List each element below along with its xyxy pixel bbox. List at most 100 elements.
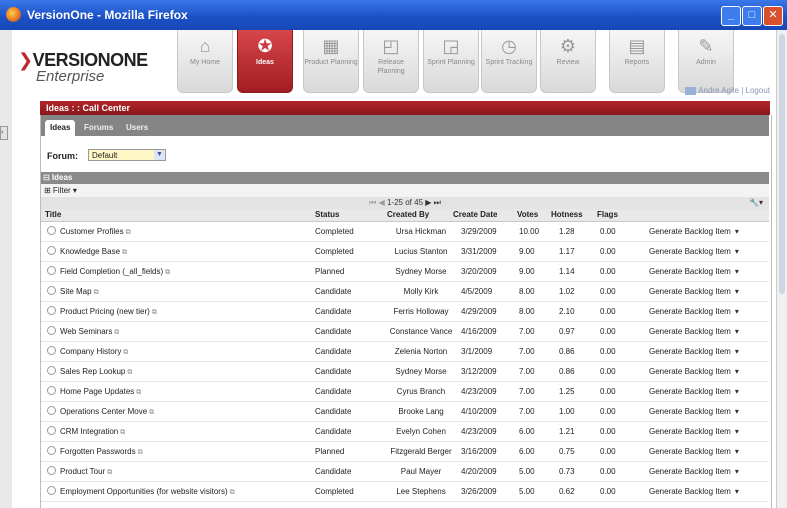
- chevron-down-icon[interactable]: ▾: [735, 287, 739, 296]
- generate-backlog-item-button[interactable]: Generate Backlog Item ▾: [649, 442, 739, 461]
- chevron-down-icon[interactable]: ▾: [735, 487, 739, 496]
- nav-sprint-tracking[interactable]: ◷ Sprint Tracking: [481, 30, 537, 93]
- col-votes[interactable]: Votes: [517, 209, 538, 221]
- idea-title-link[interactable]: Product Tour: [60, 467, 105, 476]
- nav-reports[interactable]: ▤ Reports: [609, 30, 665, 93]
- table-row[interactable]: Knowledge Base ⧉ Completed Lucius Stanton 3/…: [41, 242, 769, 262]
- open-window-icon[interactable]: ⧉: [123, 349, 128, 356]
- generate-backlog-item-button[interactable]: Generate Backlog Item ▾: [649, 242, 739, 261]
- idea-title-link[interactable]: Web Seminars: [60, 327, 112, 336]
- vertical-scrollbar[interactable]: [776, 30, 787, 508]
- generate-backlog-item-button[interactable]: Generate Backlog Item ▾: [649, 322, 739, 341]
- chevron-down-icon[interactable]: ▾: [735, 247, 739, 256]
- generate-backlog-item-button[interactable]: Generate Backlog Item ▾: [649, 342, 739, 361]
- open-window-icon[interactable]: ⧉: [230, 489, 235, 496]
- versionone-logo[interactable]: ❯VERSIONONE Enterprise: [18, 50, 148, 85]
- table-row[interactable]: Home Page Updates ⧉ Candidate Cyrus Branch 4…: [41, 382, 769, 402]
- chevron-down-icon[interactable]: ▾: [735, 347, 739, 356]
- col-created-by[interactable]: Created By: [387, 209, 429, 221]
- open-window-icon[interactable]: ⧉: [127, 369, 132, 376]
- idea-title-link[interactable]: Forgotten Passwords: [60, 447, 136, 456]
- grid-options-icon[interactable]: 🔧▾: [749, 197, 763, 209]
- maximize-button[interactable]: □: [742, 6, 762, 26]
- prev-page-icon[interactable]: ◀: [379, 198, 385, 207]
- col-create-date[interactable]: Create Date: [453, 209, 497, 221]
- nav-admin[interactable]: ✎ Admin: [678, 30, 734, 93]
- chevron-down-icon[interactable]: ▾: [735, 227, 739, 236]
- minimize-button[interactable]: _: [721, 6, 741, 26]
- table-row[interactable]: Product Pricing (new tier) ⧉ Candidate Ferr…: [41, 302, 769, 322]
- open-window-icon[interactable]: ⧉: [165, 269, 170, 276]
- scrollbar-thumb[interactable]: [779, 34, 785, 294]
- idea-title-link[interactable]: Site Map: [60, 287, 92, 296]
- table-row[interactable]: Customer Profiles ⧉ Completed Ursa Hickman 3…: [41, 222, 769, 242]
- nav-product-planning[interactable]: ▦ Product Planning: [303, 30, 359, 93]
- table-row[interactable]: Sales Rep Lookup ⧉ Candidate Sydney Morse 3/…: [41, 362, 769, 382]
- chevron-down-icon[interactable]: ▾: [735, 427, 739, 436]
- idea-title-link[interactable]: Field Completion (_all_fields): [60, 267, 163, 276]
- col-flags[interactable]: Flags: [597, 209, 618, 221]
- open-window-icon[interactable]: ⧉: [126, 229, 131, 236]
- nav-my-home[interactable]: ⌂ My Home: [177, 30, 233, 93]
- table-row[interactable]: Field Completion (_all_fields) ⧉ Planned Sy…: [41, 262, 769, 282]
- tab-forums[interactable]: Forums: [79, 120, 118, 136]
- chevron-down-icon[interactable]: ▾: [735, 447, 739, 456]
- filter-toggle[interactable]: ⊞ Filter ▾: [41, 184, 769, 197]
- idea-title-link[interactable]: Employment Opportunities (for website vi…: [60, 487, 228, 496]
- generate-backlog-item-button[interactable]: Generate Backlog Item ▾: [649, 302, 739, 321]
- generate-backlog-item-button[interactable]: Generate Backlog Item ▾: [649, 382, 739, 401]
- open-window-icon[interactable]: ⧉: [114, 329, 119, 336]
- table-row[interactable]: Operations Center Move ⧉ Candidate Brooke L…: [41, 402, 769, 422]
- table-row[interactable]: Forgotten Passwords ⧉ Planned Fitzgerald Be…: [41, 442, 769, 462]
- idea-title-link[interactable]: Home Page Updates: [60, 387, 134, 396]
- chevron-down-icon[interactable]: ▾: [735, 327, 739, 336]
- open-window-icon[interactable]: ⧉: [152, 309, 157, 316]
- generate-backlog-item-button[interactable]: Generate Backlog Item ▾: [649, 362, 739, 381]
- table-row[interactable]: Company History ⧉ Candidate Zelenia Norton 3…: [41, 342, 769, 362]
- table-row[interactable]: CRM Integration ⧉ Candidate Evelyn Cohen 4/2…: [41, 422, 769, 442]
- idea-title-link[interactable]: Sales Rep Lookup: [60, 367, 125, 376]
- open-window-icon[interactable]: ⧉: [107, 469, 112, 476]
- chevron-down-icon[interactable]: ▾: [735, 387, 739, 396]
- open-window-icon[interactable]: ⧉: [120, 429, 125, 436]
- idea-title-link[interactable]: Customer Profiles: [60, 227, 124, 236]
- chevron-down-icon[interactable]: ▾: [735, 407, 739, 416]
- open-window-icon[interactable]: ⧉: [138, 449, 143, 456]
- idea-title-link[interactable]: Knowledge Base: [60, 247, 120, 256]
- table-row[interactable]: Employment Opportunities (for website vi…: [41, 482, 769, 502]
- open-window-icon[interactable]: ⧉: [136, 389, 141, 396]
- col-hotness[interactable]: Hotness: [551, 209, 583, 221]
- generate-backlog-item-button[interactable]: Generate Backlog Item ▾: [649, 402, 739, 421]
- nav-review[interactable]: ⚙ Review: [540, 30, 596, 93]
- generate-backlog-item-button[interactable]: Generate Backlog Item ▾: [649, 262, 739, 281]
- open-window-icon[interactable]: ⧉: [149, 409, 154, 416]
- tab-users[interactable]: Users: [121, 120, 153, 136]
- idea-title-link[interactable]: Operations Center Move: [60, 407, 147, 416]
- generate-backlog-item-button[interactable]: Generate Backlog Item ▾: [649, 222, 739, 241]
- chevron-down-icon[interactable]: ▼: [154, 150, 165, 160]
- table-row[interactable]: Site Map ⧉ Candidate Molly Kirk 4/5/2009 8.00…: [41, 282, 769, 302]
- last-page-icon[interactable]: ⏭: [434, 198, 441, 207]
- table-row[interactable]: Product Tour ⧉ Candidate Paul Mayer 4/20/200…: [41, 462, 769, 482]
- close-button[interactable]: ✕: [763, 6, 783, 26]
- open-window-icon[interactable]: ⧉: [94, 289, 99, 296]
- nav-release-planning[interactable]: ◰ Release Planning: [363, 30, 419, 93]
- tab-ideas[interactable]: Ideas: [45, 120, 76, 136]
- open-window-icon[interactable]: ⧉: [122, 249, 127, 256]
- chevron-down-icon[interactable]: ▾: [735, 367, 739, 376]
- nav-sprint-planning[interactable]: ◲ Sprint Planning: [423, 30, 479, 93]
- chevron-down-icon[interactable]: ▾: [735, 467, 739, 476]
- idea-title-link[interactable]: CRM Integration: [60, 427, 118, 436]
- chevron-down-icon[interactable]: ▾: [735, 267, 739, 276]
- generate-backlog-item-button[interactable]: Generate Backlog Item ▾: [649, 482, 739, 501]
- table-row[interactable]: Web Seminars ⧉ Candidate Constance Vance 4/1…: [41, 322, 769, 342]
- col-status[interactable]: Status: [315, 209, 339, 221]
- left-panel-toggle[interactable]: ›: [0, 126, 8, 140]
- idea-title-link[interactable]: Company History: [60, 347, 121, 356]
- logout-link[interactable]: Logout: [746, 86, 770, 95]
- first-page-icon[interactable]: ⏮: [369, 198, 376, 207]
- next-page-icon[interactable]: ▶: [425, 198, 431, 207]
- idea-title-link[interactable]: Product Pricing (new tier): [60, 307, 150, 316]
- user-name-link[interactable]: Andre Agile: [698, 86, 739, 95]
- chevron-down-icon[interactable]: ▾: [735, 307, 739, 316]
